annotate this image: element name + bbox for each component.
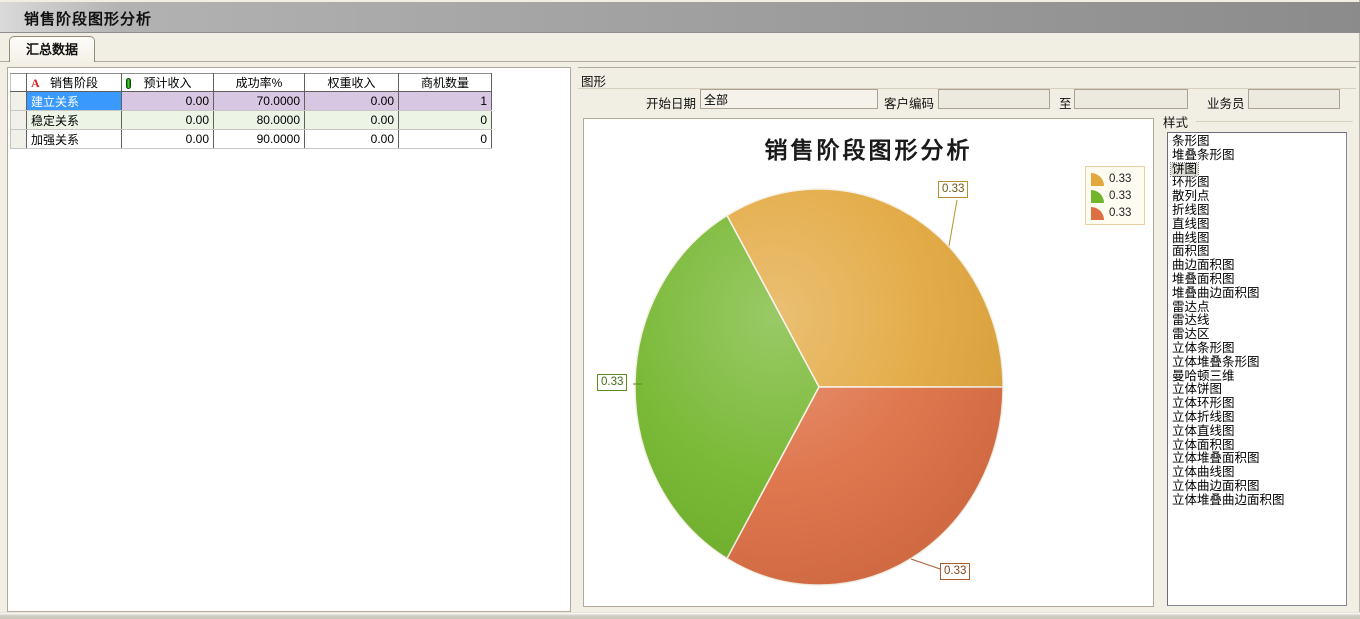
status-strip: [0, 612, 1360, 619]
row-selector[interactable]: [11, 130, 27, 149]
table-row[interactable]: 加强关系 0.00 90.0000 0.00 0: [11, 130, 492, 149]
legend-item: 0.33: [1091, 171, 1139, 187]
list-item[interactable]: 折线图: [1171, 204, 1211, 218]
page-title: 销售阶段图形分析: [24, 8, 152, 29]
cell-opportunity-count[interactable]: 0: [399, 130, 492, 149]
list-item[interactable]: 堆叠条形图: [1171, 149, 1236, 163]
salesman-label: 业务员: [1207, 93, 1245, 112]
cell-expected-income[interactable]: 0.00: [122, 111, 214, 130]
list-item[interactable]: 雷达点: [1171, 301, 1211, 315]
cell-opportunity-count[interactable]: 1: [399, 92, 492, 111]
row-selector[interactable]: [11, 111, 27, 130]
tab-summary-data[interactable]: 汇总数据: [9, 36, 95, 62]
title-bar: 销售阶段图形分析: [0, 2, 1360, 33]
to-label: 至: [1059, 93, 1072, 112]
summary-grid-panel: A销售阶段 预计收入 成功率% 权重收入 商机数量 建立关系 0.00 70.0…: [7, 67, 571, 612]
cell-success-rate[interactable]: 70.0000: [214, 92, 305, 111]
pie-sheen-overlay: [635, 189, 1003, 585]
slice-value-label: 0.33: [938, 181, 968, 198]
list-item[interactable]: 曲边面积图: [1171, 259, 1236, 273]
table-row[interactable]: 建立关系 0.00 70.0000 0.00 1: [11, 92, 492, 111]
customer-code-label: 客户编码: [884, 93, 934, 112]
chart-legend: 0.33 0.33 0.33: [1085, 166, 1145, 225]
tab-strip: 汇总数据: [0, 33, 1360, 62]
cell-stage[interactable]: 加强关系: [27, 130, 122, 149]
table-header-row: A销售阶段 预计收入 成功率% 权重收入 商机数量: [11, 74, 492, 92]
start-date-label: 开始日期: [646, 93, 696, 112]
cell-expected-income[interactable]: 0.00: [122, 130, 214, 149]
slice-value-label: 0.33: [940, 563, 970, 580]
chart-style-listbox[interactable]: 条形图 堆叠条形图 饼图 环形图 散列点 折线图 直线图 曲线图 面积图 曲边面…: [1167, 132, 1347, 606]
list-item[interactable]: 面积图: [1171, 245, 1211, 259]
sort-a-icon: A: [31, 76, 40, 91]
row-selector[interactable]: [11, 92, 27, 111]
legend-item: 0.33: [1091, 188, 1139, 204]
list-item[interactable]: 堆叠曲边面积图: [1171, 287, 1261, 301]
cell-weighted-income[interactable]: 0.00: [305, 92, 399, 111]
legend-item: 0.33: [1091, 205, 1139, 221]
list-item[interactable]: 散列点: [1171, 190, 1211, 204]
list-item[interactable]: 条形图: [1171, 135, 1211, 149]
style-group-line: [1196, 121, 1353, 122]
list-item[interactable]: 立体曲边面积图: [1171, 480, 1261, 494]
list-item[interactable]: 曲线图: [1171, 232, 1211, 246]
cell-success-rate[interactable]: 90.0000: [214, 130, 305, 149]
legend-swatch-green: [1091, 190, 1104, 203]
list-item-selected[interactable]: 饼图: [1171, 163, 1198, 177]
cell-weighted-income[interactable]: 0.00: [305, 111, 399, 130]
row-selector-header: [11, 74, 27, 92]
col-header-expected-income[interactable]: 预计收入: [122, 74, 214, 92]
list-item[interactable]: 立体折线图: [1171, 411, 1236, 425]
cell-weighted-income[interactable]: 0.00: [305, 130, 399, 149]
label-connector: [949, 200, 957, 246]
cell-opportunity-count[interactable]: 0: [399, 111, 492, 130]
legend-swatch-red: [1091, 207, 1104, 220]
pie-chart-area: 销售阶段图形分析 0.33 0.33 0.33: [583, 118, 1154, 607]
style-group-label: 样式: [1163, 112, 1188, 131]
list-item[interactable]: 立体曲线图: [1171, 466, 1236, 480]
cell-stage[interactable]: 建立关系: [27, 92, 122, 111]
col-header-stage[interactable]: A销售阶段: [27, 74, 122, 92]
list-item[interactable]: 立体直线图: [1171, 425, 1236, 439]
salesman-input[interactable]: [1248, 89, 1340, 109]
legend-swatch-orange: [1091, 173, 1104, 186]
graph-panel: 图形 开始日期 客户编码 至 业务员 销售阶段图形分析: [578, 67, 1356, 612]
cell-expected-income[interactable]: 0.00: [122, 92, 214, 111]
list-item[interactable]: 立体环形图: [1171, 397, 1236, 411]
list-item[interactable]: 雷达线: [1171, 314, 1211, 328]
list-item[interactable]: 立体条形图: [1171, 342, 1236, 356]
col-header-success-rate[interactable]: 成功率%: [214, 74, 305, 92]
green-pill-icon: [126, 78, 131, 89]
cell-stage[interactable]: 稳定关系: [27, 111, 122, 130]
list-item[interactable]: 雷达区: [1171, 328, 1211, 342]
customer-code-input[interactable]: [938, 89, 1050, 109]
app-window: 销售阶段图形分析 汇总数据 A销售阶段 预计收入 成功率% 权重收入 商机数量 …: [0, 0, 1360, 619]
table-row[interactable]: 稳定关系 0.00 80.0000 0.00 0: [11, 111, 492, 130]
col-header-weighted-income[interactable]: 权重收入: [305, 74, 399, 92]
list-item[interactable]: 立体堆叠条形图: [1171, 356, 1261, 370]
list-item[interactable]: 立体堆叠曲边面积图: [1171, 494, 1286, 508]
slice-value-label: 0.33: [597, 374, 627, 391]
sales-stage-table: A销售阶段 预计收入 成功率% 权重收入 商机数量 建立关系 0.00 70.0…: [10, 73, 492, 149]
pie-chart[interactable]: [584, 119, 1153, 606]
col-header-opportunity-count[interactable]: 商机数量: [399, 74, 492, 92]
list-item[interactable]: 堆叠面积图: [1171, 273, 1236, 287]
cell-success-rate[interactable]: 80.0000: [214, 111, 305, 130]
start-date-input[interactable]: [700, 89, 878, 109]
customer-code-to-input[interactable]: [1074, 89, 1188, 109]
list-item[interactable]: 直线图: [1171, 218, 1211, 232]
